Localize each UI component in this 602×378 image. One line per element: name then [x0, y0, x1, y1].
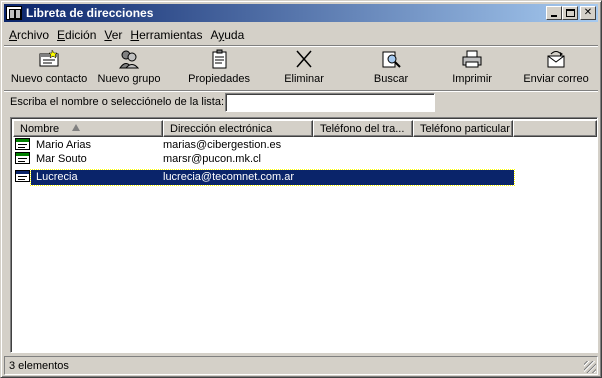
column-header-work-phone-label: Teléfono del tra... [320, 123, 405, 135]
address-book-icon [6, 6, 22, 20]
sort-ascending-icon [72, 124, 80, 131]
find-label: Buscar [373, 73, 409, 85]
column-header-home-phone-label: Teléfono particular [420, 123, 510, 135]
contact-card-icon [15, 170, 31, 184]
send-mail-label: Enviar correo [523, 73, 589, 85]
toolbar: Nuevo contacto Nuevo grupo Propiedades E… [4, 45, 598, 91]
new-contact-icon [39, 49, 59, 67]
column-header-name[interactable]: Nombre [13, 120, 163, 137]
status-bar: 3 elementos [4, 356, 598, 375]
new-contact-button[interactable]: Nuevo contacto [10, 46, 88, 90]
contact-email: lucrecia@tecomnet.com.ar [163, 171, 294, 183]
menu-ver[interactable]: Ver [100, 25, 126, 43]
contact-card-icon [15, 152, 31, 166]
column-header-work-phone[interactable]: Teléfono del tra... [313, 120, 413, 137]
send-mail-icon [547, 51, 565, 68]
menu-archivo[interactable]: Archivo [5, 25, 53, 43]
print-icon [462, 50, 482, 68]
maximize-button[interactable] [562, 6, 578, 20]
resize-grip-icon[interactable] [584, 361, 596, 373]
menu-herramientas[interactable]: Herramientas [126, 25, 206, 43]
contact-name: Mario Arias [36, 139, 92, 151]
address-book-window: Libreta de direcciones ✕ Archivo Edición… [0, 0, 602, 378]
find-people-icon [382, 51, 401, 68]
contact-email: marias@cibergestion.es [163, 139, 282, 151]
maximize-icon [566, 9, 575, 17]
properties-icon [212, 49, 227, 69]
delete-icon [296, 50, 312, 68]
status-text: 3 elementos [9, 360, 69, 372]
menu-edicion[interactable]: Edición [53, 25, 100, 43]
menu-ayuda[interactable]: Ayuda [206, 25, 248, 43]
column-header-filler [513, 120, 597, 137]
column-header-name-label: Nombre [20, 123, 60, 135]
search-input[interactable] [225, 93, 435, 112]
contact-name: Mar Souto [36, 153, 87, 165]
delete-label: Eliminar [284, 73, 324, 85]
print-label: Imprimir [452, 73, 492, 85]
window-title: Libreta de direcciones [26, 6, 154, 20]
delete-button[interactable]: Eliminar [262, 46, 346, 90]
print-button[interactable]: Imprimir [432, 46, 512, 90]
new-group-icon [119, 50, 140, 69]
properties-button[interactable]: Propiedades [180, 46, 258, 90]
find-button[interactable]: Buscar [352, 46, 430, 90]
close-icon: ✕ [583, 7, 593, 18]
search-label: Escriba el nombre o selecciónelo de la l… [10, 96, 225, 108]
column-header-email-label: Dirección electrónica [170, 123, 273, 135]
new-group-label: Nuevo grupo [97, 73, 161, 85]
minimize-button[interactable] [546, 6, 562, 20]
properties-label: Propiedades [188, 73, 250, 85]
contacts-list[interactable]: Nombre Dirección electrónica Teléfono de… [10, 117, 598, 353]
column-header-home-phone[interactable]: Teléfono particular [413, 120, 513, 137]
contact-name: Lucrecia [36, 171, 78, 183]
new-contact-label: Nuevo contacto [10, 73, 88, 85]
minimize-icon [551, 15, 557, 17]
list-header: Nombre Dirección electrónica Teléfono de… [13, 120, 597, 137]
new-group-button[interactable]: Nuevo grupo [88, 46, 170, 90]
menu-bar: Archivo Edición Ver Herramientas Ayuda [5, 25, 248, 43]
contact-card-icon [15, 138, 31, 152]
column-header-email[interactable]: Dirección electrónica [163, 120, 313, 137]
title-bar[interactable]: Libreta de direcciones ✕ [4, 4, 598, 22]
contact-email: marsr@pucon.mk.cl [163, 153, 261, 165]
close-button[interactable]: ✕ [580, 6, 596, 20]
send-mail-button[interactable]: Enviar correo [514, 46, 598, 90]
window-controls: ✕ [546, 6, 596, 20]
